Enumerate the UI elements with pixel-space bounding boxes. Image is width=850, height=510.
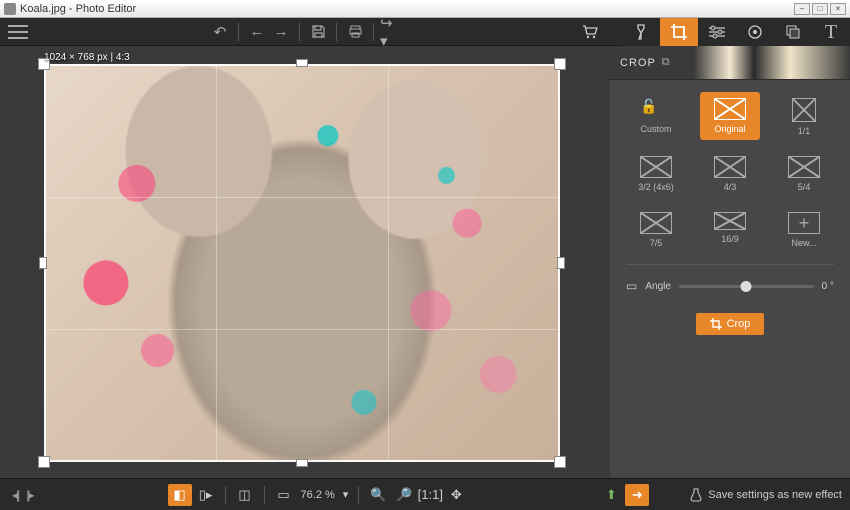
zoom-in-icon[interactable]: 🔎 [392,484,416,506]
undo-icon[interactable]: ↶ [208,20,232,44]
tab-adjust[interactable] [698,18,736,46]
separator [336,23,337,41]
ratio-5-4[interactable]: 5/4 [774,150,834,196]
ratio-1-1[interactable]: 1/1 [774,92,834,140]
menu-icon[interactable] [8,25,28,39]
crop-handle-bl[interactable] [38,456,50,468]
bottom-bar: ◂|| ||▸ ◧ ▯▸ ◫ ▭ 76.2 % ▾ 🔍 🔎 [1:1] ✥ ⬆ … [0,478,850,510]
crop-panel-header: CROP ⧉ [610,46,850,80]
angle-slider-thumb[interactable] [741,281,752,292]
crop-handle-br[interactable] [554,456,566,468]
close-button[interactable]: × [830,3,846,15]
import-icon[interactable]: ⬆ [599,484,623,506]
cart-icon[interactable] [578,20,602,44]
prev-image-icon[interactable]: ◂|| [8,488,22,502]
tab-text[interactable]: T [812,18,850,46]
divider [626,264,834,265]
back-icon[interactable]: ← [245,20,269,44]
mode-tabs: T [622,18,850,46]
before-after-icon[interactable]: ▯▸ [194,484,218,506]
next-image-icon[interactable]: ||▸ [22,488,36,502]
zoom-dropdown-icon[interactable]: ▾ [339,488,353,501]
crop-handle-ml[interactable] [39,257,47,269]
tab-effects[interactable] [622,18,660,46]
ratio-3-2[interactable]: 3/2 (4x6) [626,150,686,196]
maximize-button[interactable]: □ [812,3,828,15]
fit-icon[interactable]: ▭ [272,484,296,506]
crop-button[interactable]: Crop [696,313,765,335]
app-icon [4,3,16,15]
tab-crop[interactable] [660,18,698,46]
save-icon[interactable] [306,20,330,44]
window-title: Koala.jpg - Photo Editor [20,3,794,15]
histogram-icon[interactable]: ◧ [168,484,192,506]
canvas-area: 1024 × 768 px | 4:3 [0,46,610,478]
aspect-ratio-grid: 🔓 Custom Original 1/1 3/2 (4x6) 4/3 [610,80,850,260]
flask-icon [690,488,702,502]
ratio-16-9[interactable]: 16/9 [700,206,760,252]
crop-overlay[interactable] [44,64,560,462]
apply-icon[interactable]: ➜ [625,484,649,506]
zoom-value[interactable]: 76.2 % [297,489,339,501]
tab-retouch[interactable] [736,18,774,46]
minimize-button[interactable]: – [794,3,810,15]
forward-icon[interactable]: → [269,20,293,44]
window-titlebar: Koala.jpg - Photo Editor – □ × [0,0,850,18]
image-viewport[interactable] [44,64,560,462]
separator [299,23,300,41]
ratio-original[interactable]: Original [700,92,760,140]
angle-value: 0 ° [822,281,834,292]
separator [373,23,374,41]
crop-handle-tr[interactable] [554,58,566,70]
separator [238,23,239,41]
export-icon[interactable]: ↪ ▾ [380,20,404,44]
pan-icon[interactable]: ✥ [444,484,468,506]
zoom-out-icon[interactable]: 🔍 [366,484,390,506]
crop-handle-bm[interactable] [296,459,308,467]
crop-handle-mr[interactable] [557,257,565,269]
ratio-custom[interactable]: 🔓 Custom [626,92,686,140]
save-as-effect-button[interactable]: Save settings as new effect [690,488,842,502]
ratio-7-5[interactable]: 7/5 [626,206,686,252]
ratio-new[interactable]: New... [774,206,834,252]
crop-panel-title: CROP [620,57,656,69]
angle-icon: ▭ [626,279,637,293]
crop-handle-tm[interactable] [296,59,308,67]
tab-layers[interactable] [774,18,812,46]
compare-icon[interactable]: ◫ [233,484,257,506]
copy-icon[interactable]: ⧉ [662,56,670,69]
angle-label: Angle [645,281,671,292]
crop-panel: CROP ⧉ 🔓 Custom Original 1/1 3/2 (4x6) [610,46,850,478]
ratio-4-3[interactable]: 4/3 [700,150,760,196]
actual-size-icon[interactable]: [1:1] [418,484,442,506]
angle-slider[interactable] [679,285,814,288]
dimensions-label: 1024 × 768 px | 4:3 [44,52,130,63]
print-icon[interactable] [343,20,367,44]
crop-icon [710,318,722,330]
angle-row: ▭ Angle 0 ° [610,269,850,303]
